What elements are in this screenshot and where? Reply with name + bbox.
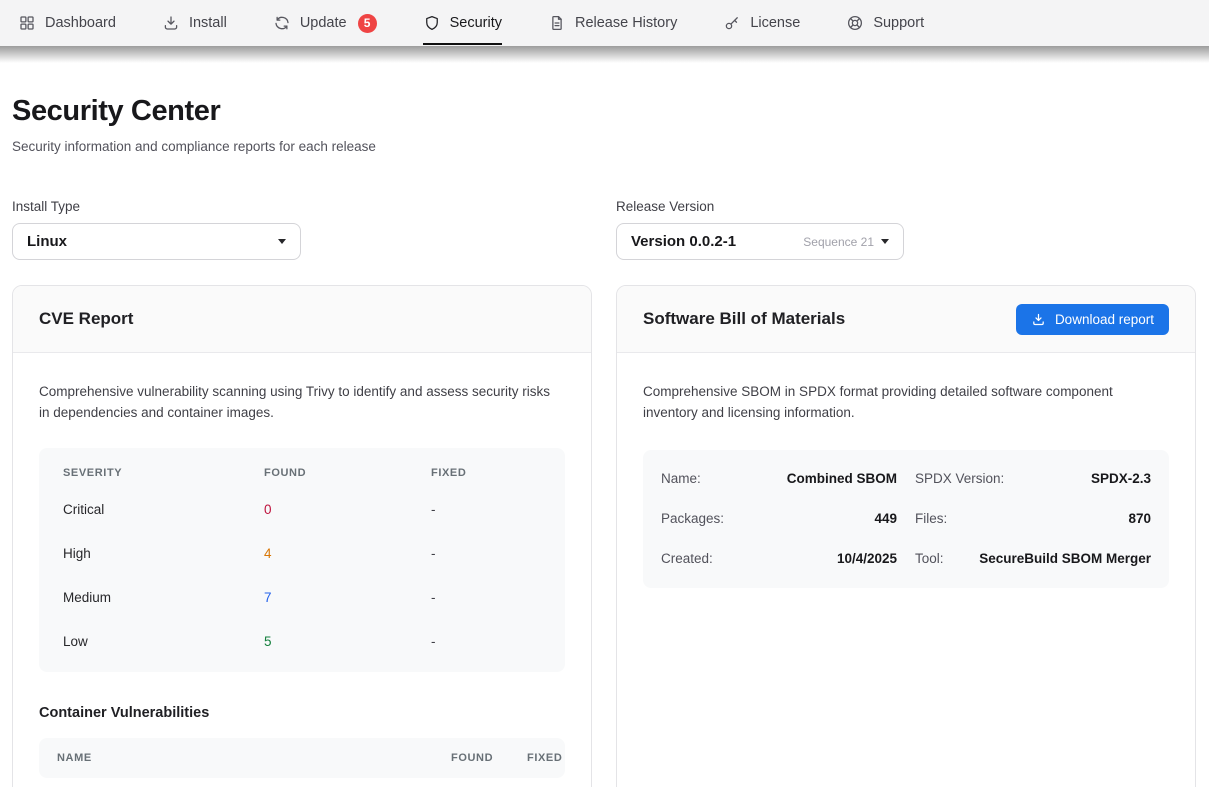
install-type-label: Install Type [12, 199, 592, 214]
severity-fixed-value: - [431, 502, 541, 517]
cve-report-description: Comprehensive vulnerability scanning usi… [39, 381, 561, 424]
sbom-detail-spdx-version: SPDX Version: SPDX-2.3 [915, 459, 1151, 499]
severity-found-value: 5 [264, 634, 431, 649]
page-subtitle: Security information and compliance repo… [12, 139, 1197, 154]
cve-report-header: CVE Report [13, 286, 591, 353]
release-sequence-label: Sequence 21 [803, 235, 874, 249]
nav-item-label: Install [189, 15, 227, 31]
download-report-label: Download report [1055, 312, 1154, 327]
container-vulnerabilities-header: NAME FOUND FIXED [39, 738, 565, 778]
severity-found-value: 4 [264, 546, 431, 561]
life-buoy-icon [846, 14, 864, 32]
nav-item-dashboard[interactable]: Dashboard [18, 12, 116, 34]
sbom-description: Comprehensive SBOM in SPDX format provid… [643, 381, 1165, 424]
sbom-title: Software Bill of Materials [643, 309, 845, 329]
nav-item-license[interactable]: License [723, 12, 800, 34]
download-icon [162, 14, 180, 32]
release-version-value: Version 0.0.2-1 [631, 233, 736, 250]
nav-item-update[interactable]: Update 5 [273, 12, 377, 34]
severity-table: SEVERITY FOUND FIXED Critical 0 - High 4… [39, 448, 565, 672]
severity-fixed-value: - [431, 590, 541, 605]
severity-found-value: 0 [264, 502, 431, 517]
detail-label: Created: [661, 551, 713, 566]
sbom-body: Comprehensive SBOM in SPDX format provid… [617, 353, 1195, 616]
table-row: Medium 7 - [39, 576, 565, 620]
severity-name: Critical [63, 502, 264, 517]
document-icon [548, 14, 566, 32]
cve-report-body: Comprehensive vulnerability scanning usi… [13, 353, 591, 787]
nav-item-release-history[interactable]: Release History [548, 12, 677, 34]
fixed-column-header: FIXED [527, 752, 562, 764]
sbom-detail-tool: Tool: SecureBuild SBOM Merger [915, 539, 1151, 579]
table-row: High 4 - [39, 532, 565, 576]
detail-label: SPDX Version: [915, 471, 1004, 486]
severity-fixed-value: - [431, 546, 541, 561]
nav-item-support[interactable]: Support [846, 12, 924, 34]
detail-value: 449 [874, 511, 897, 526]
install-type-select[interactable]: Linux [12, 223, 301, 260]
severity-found-value: 7 [264, 590, 431, 605]
sbom-header: Software Bill of Materials Download repo… [617, 286, 1195, 353]
detail-label: Files: [915, 511, 947, 526]
sbom-detail-packages: Packages: 449 [661, 499, 897, 539]
detail-value: 870 [1128, 511, 1151, 526]
sbom-detail-name: Name: Combined SBOM [661, 459, 897, 499]
fixed-column-header: FIXED [431, 467, 541, 479]
detail-label: Packages: [661, 511, 724, 526]
nav-item-label: Support [873, 15, 924, 31]
sbom-detail-created: Created: 10/4/2025 [661, 539, 897, 579]
found-column-header: FOUND [451, 752, 527, 764]
severity-name: High [63, 546, 264, 561]
dashboard-grid-icon [18, 14, 36, 32]
detail-value: SecureBuild SBOM Merger [979, 551, 1151, 566]
detail-value: 10/4/2025 [837, 551, 897, 566]
nav-item-install[interactable]: Install [162, 12, 227, 34]
refresh-icon [273, 14, 291, 32]
detail-value: Combined SBOM [787, 471, 897, 486]
download-icon [1031, 312, 1046, 327]
nav-item-label: Release History [575, 15, 677, 31]
severity-name: Medium [63, 590, 264, 605]
nav-item-label: License [750, 15, 800, 31]
update-count-badge: 5 [358, 14, 377, 33]
chevron-down-icon [278, 239, 286, 244]
detail-value: SPDX-2.3 [1091, 471, 1151, 486]
nav-item-security[interactable]: Security [423, 12, 502, 34]
release-version-select[interactable]: Version 0.0.2-1 Sequence 21 [616, 223, 904, 260]
detail-label: Name: [661, 471, 701, 486]
cve-report-title: CVE Report [39, 309, 133, 329]
severity-column-header: SEVERITY [63, 467, 264, 479]
nav-item-label: Dashboard [45, 15, 116, 31]
release-version-label: Release Version [616, 199, 1196, 214]
filters-row: Install Type Linux Release Version Versi… [12, 199, 1197, 260]
severity-table-header: SEVERITY FOUND FIXED [39, 448, 565, 488]
cve-report-card: CVE Report Comprehensive vulnerability s… [12, 285, 592, 787]
nav-shadow-divider [0, 46, 1209, 63]
sbom-detail-files: Files: 870 [915, 499, 1151, 539]
top-navigation: Dashboard Install Update 5 Security Rele… [0, 0, 1209, 46]
report-cards: CVE Report Comprehensive vulnerability s… [12, 285, 1197, 787]
security-center-page: Security Center Security information and… [0, 95, 1209, 787]
nav-item-label: Update [300, 15, 347, 31]
shield-icon [423, 14, 441, 32]
release-version-filter: Release Version Version 0.0.2-1 Sequence… [616, 199, 1196, 260]
chevron-down-icon [881, 239, 889, 244]
severity-fixed-value: - [431, 634, 541, 649]
table-row: Critical 0 - [39, 488, 565, 532]
severity-name: Low [63, 634, 264, 649]
detail-label: Tool: [915, 551, 944, 566]
nav-item-label: Security [450, 15, 502, 31]
install-type-filter: Install Type Linux [12, 199, 592, 260]
page-title: Security Center [12, 95, 1197, 128]
container-vulnerabilities-title: Container Vulnerabilities [39, 705, 565, 721]
found-column-header: FOUND [264, 467, 431, 479]
container-vulnerabilities-section: Container Vulnerabilities NAME FOUND FIX… [39, 705, 565, 778]
sbom-card: Software Bill of Materials Download repo… [616, 285, 1196, 787]
install-type-value: Linux [27, 233, 67, 250]
key-icon [723, 14, 741, 32]
name-column-header: NAME [57, 752, 451, 764]
sbom-details-grid: Name: Combined SBOM SPDX Version: SPDX-2… [643, 450, 1169, 588]
table-row: Low 5 - [39, 620, 565, 664]
download-report-button[interactable]: Download report [1016, 304, 1169, 335]
